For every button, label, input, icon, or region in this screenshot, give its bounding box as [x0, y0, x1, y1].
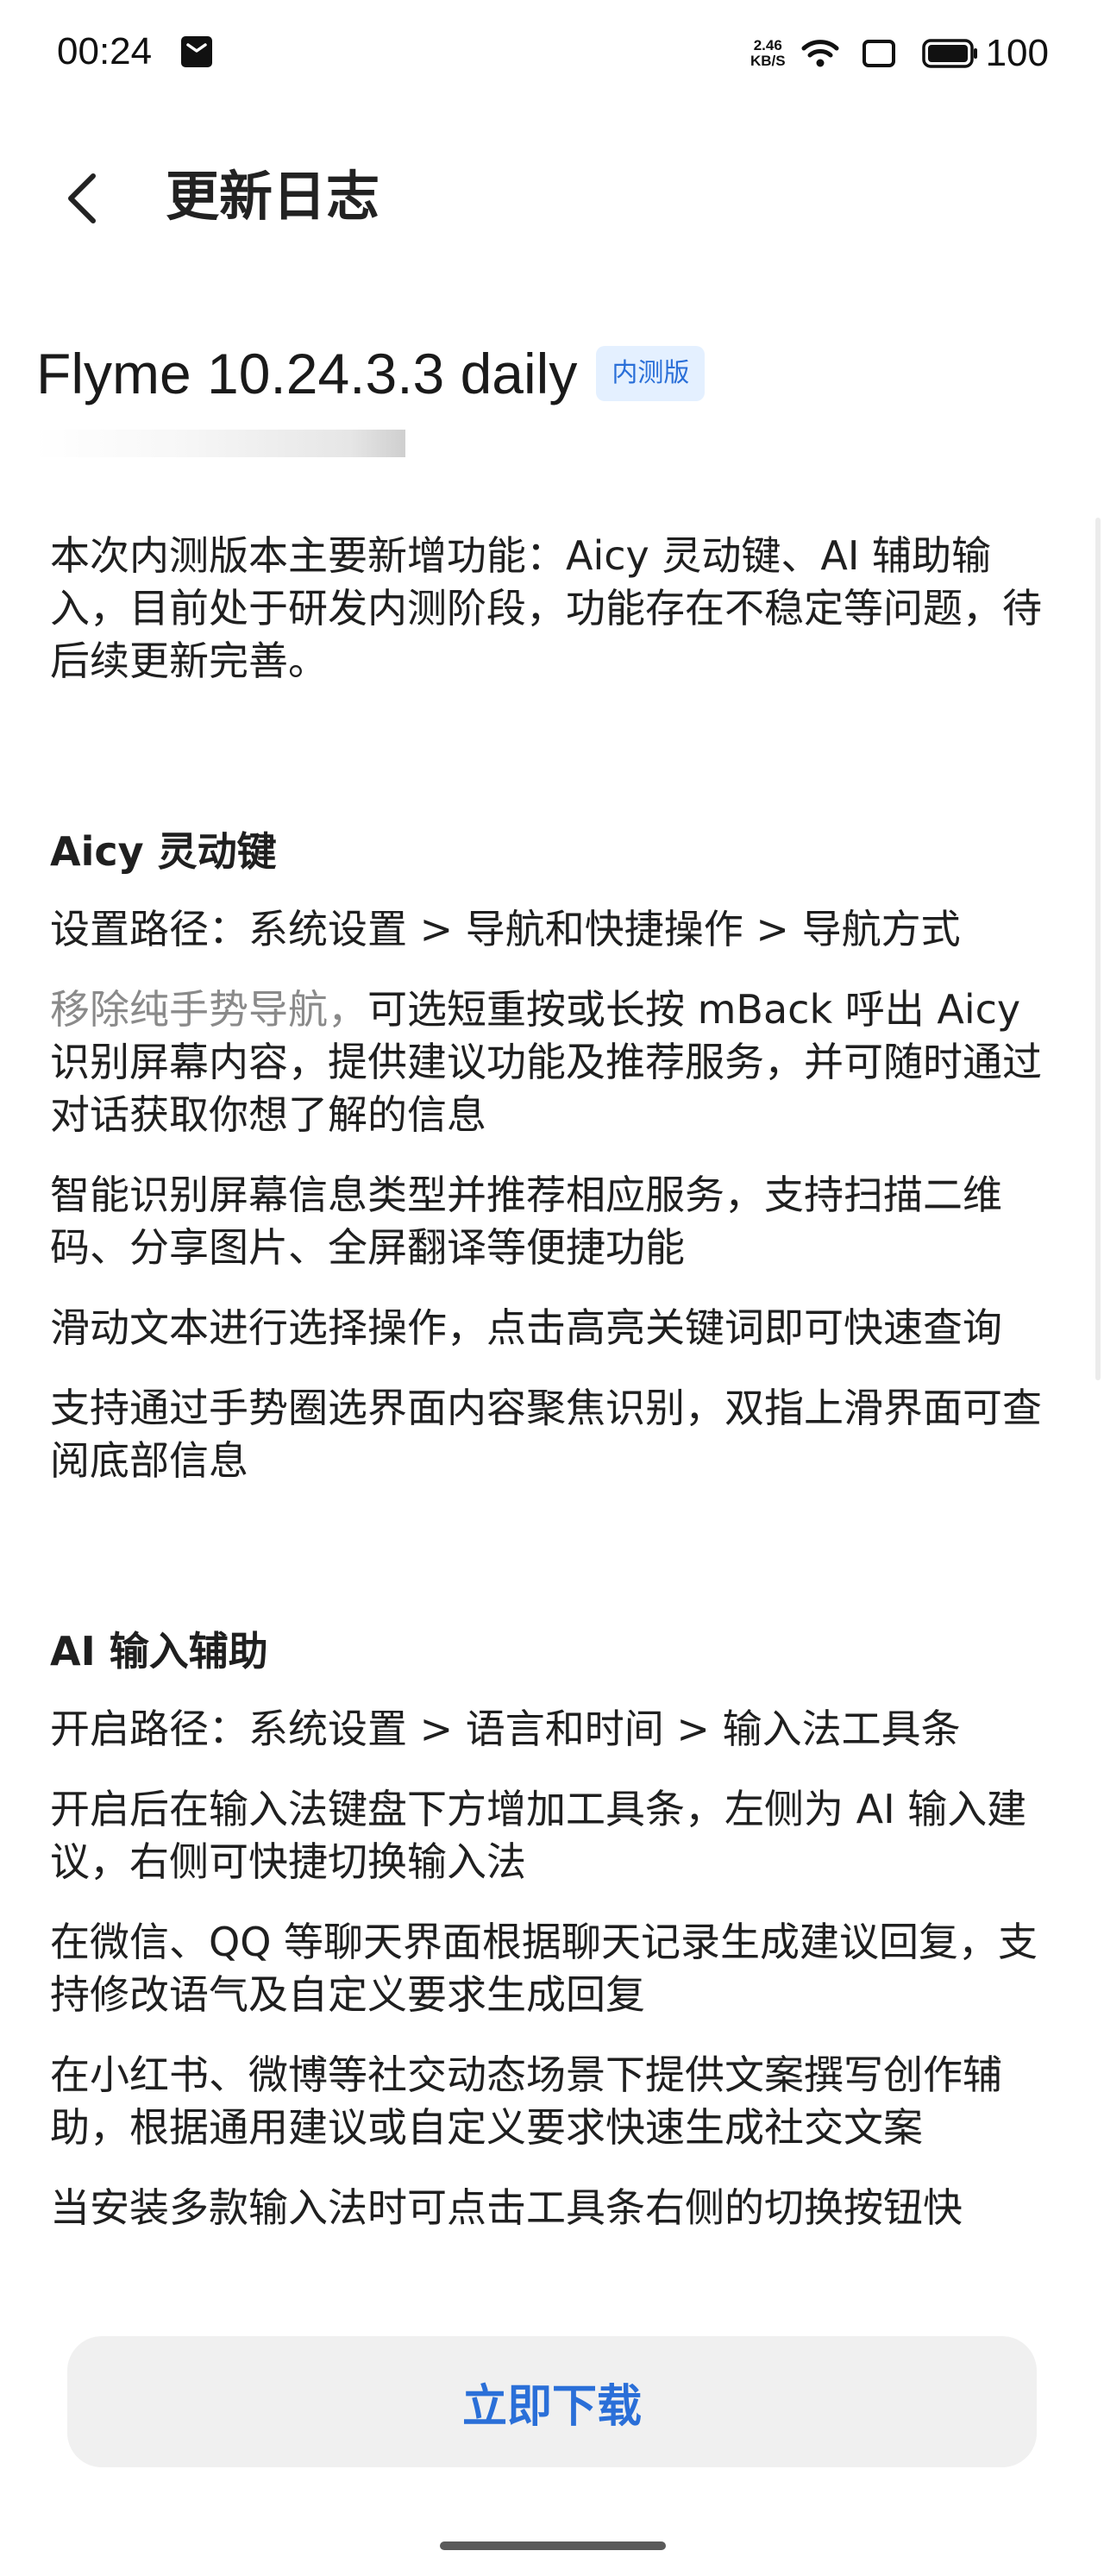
list-item: 在微信、QQ 等聊天界面根据聊天记录生成建议回复，支持修改语气及自定义要求生成回… [50, 1919, 1038, 2018]
network-speed-value: 2.46 [753, 37, 782, 53]
battery-icon [921, 39, 977, 68]
release-notes-scroll[interactable]: 本次内测版本主要新增功能：Aicy 灵动键、AI 辅助输入，目前处于研发内测阶段… [0, 518, 1104, 2288]
download-now-button[interactable]: 立即下载 [67, 2336, 1037, 2467]
blurred-date [34, 430, 405, 457]
home-indicator[interactable] [440, 2541, 666, 2550]
version-title: Flyme 10.24.3.3 daily [36, 342, 578, 405]
intro-text: 本次内测版本主要新增功能：Aicy 灵动键、AI 辅助输入，目前处于研发内测阶段… [50, 532, 1042, 684]
section-path: 设置路径：系统设置 > 导航和快捷操作 > 导航方式 [50, 906, 961, 952]
section-title: Aicy 灵动键 [50, 828, 277, 875]
beta-badge: 内测版 [596, 346, 706, 401]
muted-text: 移除纯手势导航， [50, 986, 367, 1033]
status-time: 00:24 [57, 30, 153, 72]
section-title: AI 输入辅助 [50, 1628, 268, 1674]
network-speed: 2.46 KB/S [750, 38, 786, 69]
section-path: 开启路径：系统设置 > 语言和时间 > 输入法工具条 [50, 1706, 961, 1752]
list-item: 支持通过手势圈选界面内容聚焦识别，双指上滑界面可查阅底部信息 [50, 1385, 1042, 1484]
list-item: 移除纯手势导航，可选短重按或长按 mBack 呼出 Aicy 识别屏幕内容，提供… [50, 983, 1068, 1141]
list-item: 开启后在输入法键盘下方增加工具条，左侧为 AI 输入建议，右侧可快捷切换输入法 [50, 1786, 1027, 1885]
list-item: 当安装多款输入法时可点击工具条右侧的切换按钮快 [50, 2184, 963, 2231]
status-indicators: 2.46 KB/S 100 [750, 28, 1049, 79]
list-item: 智能识别屏幕信息类型并推荐相应服务，支持扫描二维码、分享图片、全屏翻译等便捷功能 [50, 1172, 1002, 1271]
version-header: Flyme 10.24.3.3 daily 内测版 [36, 335, 706, 412]
notification-icon [181, 36, 212, 67]
list-item: 在小红书、微博等社交动态场景下提供文案撰写创作辅助，根据通用建议或自定义要求快速… [50, 2051, 1002, 2151]
network-speed-unit: KB/S [750, 53, 786, 69]
release-notes: 本次内测版本主要新增功能：Aicy 灵动键、AI 辅助输入，目前处于研发内测阶段… [50, 518, 1068, 2262]
section-ai-input: AI 输入辅助 开启路径：系统设置 > 语言和时间 > 输入法工具条 开启后在输… [50, 1625, 1068, 2234]
scrollbar[interactable] [1095, 518, 1101, 1380]
back-arrow-icon[interactable] [52, 164, 112, 233]
wifi-icon [801, 40, 839, 67]
page-title: 更新日志 [166, 165, 380, 228]
list-item: 滑动文本进行选择操作，点击高亮关键词即可快速查询 [50, 1304, 1002, 1351]
screen-mirror-icon [862, 40, 895, 67]
battery-level: 100 [985, 32, 1049, 74]
status-bar: 00:24 2.46 KB/S 100 [0, 0, 1104, 104]
section-aicy: Aicy 灵动键 设置路径：系统设置 > 导航和快捷操作 > 导航方式 移除纯手… [50, 826, 1068, 1487]
